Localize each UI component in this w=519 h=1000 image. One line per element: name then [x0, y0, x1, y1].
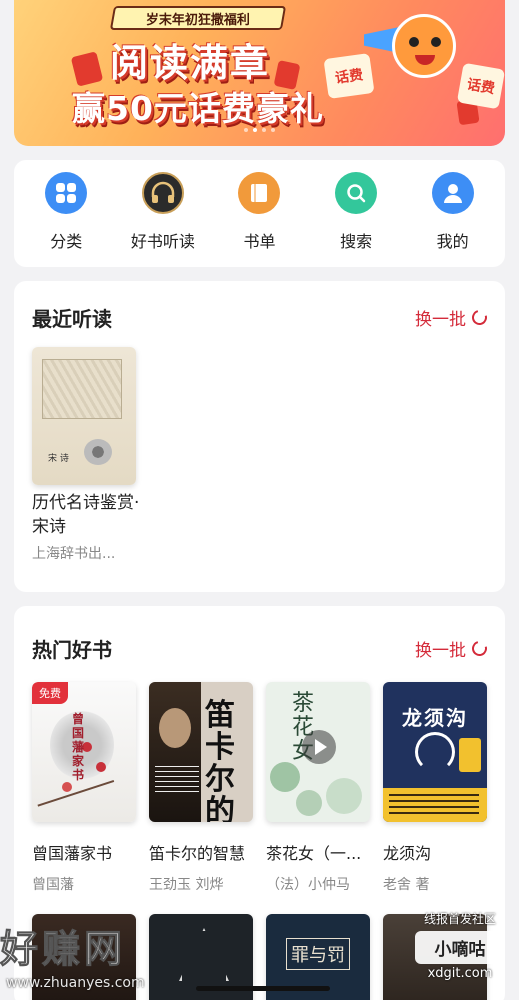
nav-item-mine[interactable]: 我的: [408, 170, 498, 267]
cover-branch: [37, 780, 119, 820]
refresh-button[interactable]: 换一批: [415, 636, 490, 661]
watermark-left: 好赚网 www.zhuanyes.com: [0, 918, 200, 1000]
nav-label: 搜索: [340, 232, 373, 251]
banner-pagination: [14, 128, 505, 132]
cover-tag: [459, 738, 481, 772]
book-cover[interactable]: 茶花女: [266, 682, 370, 822]
banner-ribbon-text: 岁末年初狂撒福利: [145, 12, 250, 28]
cover-leaf: [326, 778, 362, 814]
pagination-dot: [262, 128, 266, 132]
nav-label: 好书听读: [130, 232, 195, 251]
watermark-url: www.zhuanyes.com: [6, 975, 145, 991]
book-title: 龙须沟: [383, 844, 432, 863]
banner-ribbon: 岁末年初狂撒福利: [109, 6, 287, 30]
book-item[interactable]: 曾国藩家书 免费 曾国藩家书 曾国藩: [32, 682, 136, 894]
cover-text: 笛卡尔的智慧: [205, 698, 235, 823]
recent-listening-section: 最近听读 换一批 宋 诗 历代名诗鉴赏·宋诗 上海辞书出...: [14, 281, 505, 592]
grid-icon: [45, 172, 88, 214]
watermark-logo: 好赚网: [0, 927, 127, 972]
cover-strip: [383, 788, 487, 822]
book-publisher: 上海辞书出...: [32, 546, 116, 562]
refresh-icon: [469, 638, 490, 659]
pagination-dot: [244, 128, 248, 132]
banner-title: 阅读满章: [110, 41, 271, 85]
nav-label: 我的: [436, 232, 469, 251]
headphones-icon: [141, 172, 184, 214]
book-icon: [238, 172, 281, 214]
free-badge: 免费: [32, 682, 68, 704]
cover-text: 龙须沟: [402, 706, 468, 730]
refresh-label: 换一批: [415, 641, 466, 661]
watermark-logo: 小嘀咕: [415, 931, 505, 964]
cover-face: [159, 708, 191, 748]
nav-label: 分类: [50, 232, 83, 251]
pagination-dot: [253, 128, 257, 132]
search-icon: [335, 172, 378, 214]
banner-card-right: 话费: [456, 62, 505, 110]
cover-lines: [155, 766, 199, 796]
refresh-button[interactable]: 换一批: [415, 305, 490, 330]
user-icon: [431, 172, 474, 214]
book-cover[interactable]: 笛卡尔的智慧: [149, 682, 253, 822]
watermark-tagline: 线报首发社区: [423, 912, 496, 926]
refresh-icon: [469, 307, 490, 328]
refresh-label: 换一批: [415, 310, 466, 330]
banner-card-left: 话费: [323, 52, 375, 100]
quick-nav: 分类 好书听读 书单 搜索 我的: [14, 160, 505, 267]
cover-leaf: [296, 790, 322, 816]
book-item[interactable]: 龙须沟 龙须沟 老舍 著: [383, 682, 487, 894]
cover-flower: [84, 439, 112, 465]
book-item[interactable]: 茶花女 茶花女（一... （法）小仲马: [266, 682, 370, 894]
book-cover[interactable]: 曾国藩家书 免费: [32, 682, 136, 822]
book-cover[interactable]: 龙须沟: [383, 682, 487, 822]
nav-label: 书单: [243, 232, 276, 251]
book-author: 老舍 著: [383, 877, 430, 893]
pagination-dot: [271, 128, 275, 132]
play-icon[interactable]: [302, 730, 336, 764]
book-item[interactable]: 笛卡尔的智慧 笛卡尔的智慧 王劲玉 刘烨: [149, 682, 253, 894]
book-title: 茶花女（一...: [266, 844, 362, 863]
book-title[interactable]: 历代名诗鉴赏·宋诗: [32, 491, 142, 539]
headphones-icon: [415, 732, 455, 772]
book-author: 王劲玉 刘烨: [149, 877, 224, 893]
book-row: 曾国藩家书 免费 曾国藩家书 曾国藩 笛卡尔的智慧 笛卡尔的智慧 王劲玉 刘烨 …: [32, 682, 487, 894]
book-title: 笛卡尔的智慧: [149, 844, 246, 863]
watermark-url: xdgit.com: [427, 966, 493, 981]
watermark-right: 线报首发社区 小嘀咕 xdgit.com: [415, 910, 505, 981]
book-author: （法）小仲马: [266, 877, 350, 893]
promo-banner[interactable]: 岁末年初狂撒福利 阅读满章 赢50元话费豪礼 话费 话费: [14, 0, 505, 146]
cover-illustration: [42, 359, 122, 419]
home-indicator[interactable]: [196, 986, 330, 991]
cover-leaf: [270, 762, 300, 792]
book-title: 曾国藩家书: [32, 844, 113, 863]
book-author: 曾国藩: [32, 877, 74, 893]
nav-item-category[interactable]: 分类: [21, 170, 111, 267]
nav-item-search[interactable]: 搜索: [311, 170, 401, 267]
nav-item-audiobooks[interactable]: 好书听读: [118, 170, 208, 267]
section-title: 最近听读: [32, 307, 112, 331]
nav-item-booklist[interactable]: 书单: [214, 170, 304, 267]
cover-portrait: [149, 682, 201, 822]
section-title: 热门好书: [32, 638, 112, 662]
cover-text: 宋 诗: [48, 454, 69, 464]
banner-subtitle: 赢50元话费豪礼: [72, 89, 324, 128]
mascot-icon: [392, 14, 456, 78]
book-cover[interactable]: 宋 诗: [32, 347, 136, 485]
cover-text: 曾国藩家书: [72, 712, 85, 782]
